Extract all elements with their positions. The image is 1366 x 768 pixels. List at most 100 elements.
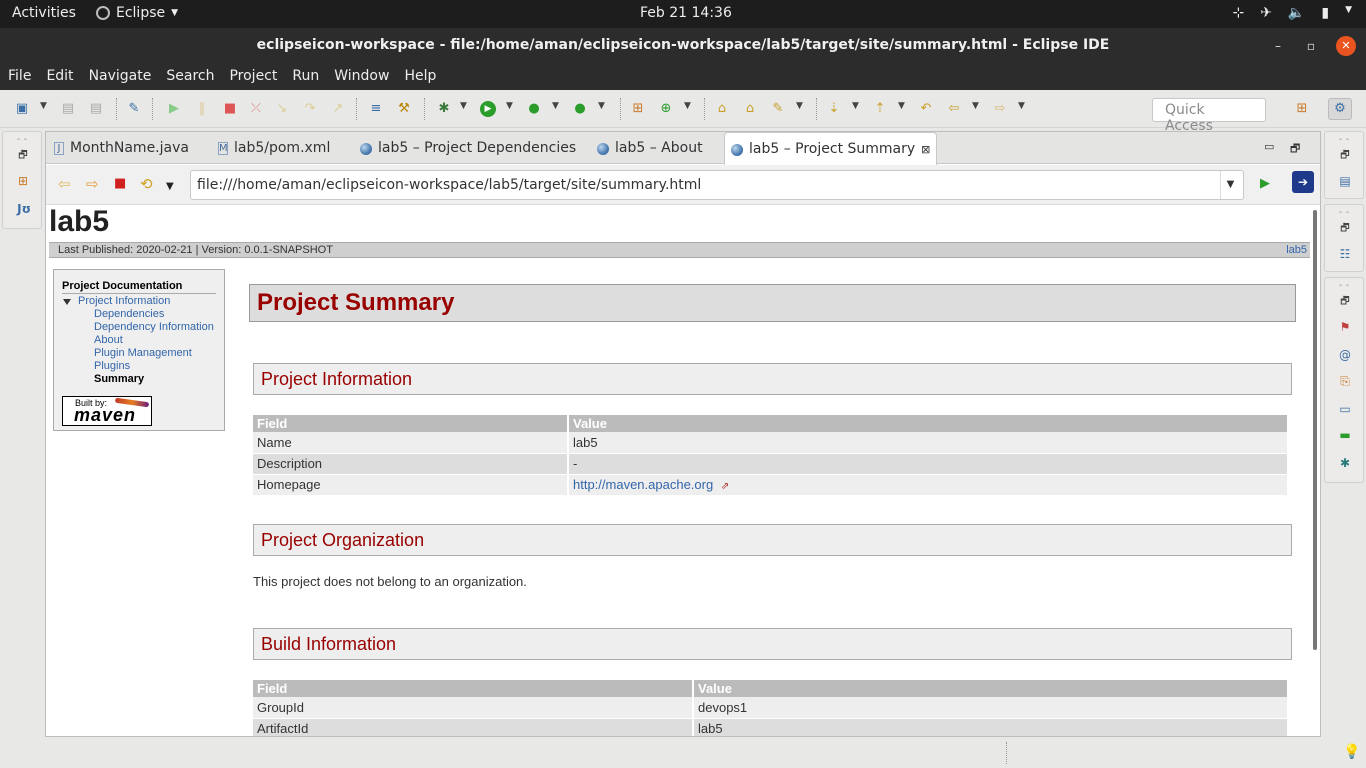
run-dropdown[interactable]: ▼ bbox=[506, 101, 513, 111]
last-edit-location-icon[interactable]: ↶ bbox=[918, 101, 934, 117]
previous-annotation-icon[interactable]: ⇡ bbox=[872, 101, 888, 117]
restore-icon[interactable]: 🗗 bbox=[15, 148, 31, 165]
new-dropdown[interactable]: ▼ bbox=[40, 101, 47, 111]
nav-item-dependency-information[interactable]: Dependency Information bbox=[62, 321, 216, 334]
open-task-icon[interactable]: ⌂ bbox=[742, 101, 758, 117]
suspend-icon[interactable]: ‖ bbox=[194, 101, 210, 117]
step-over-icon[interactable]: ↷ bbox=[302, 101, 318, 117]
skip-breakpoints-icon[interactable]: ✎ bbox=[126, 101, 142, 117]
declaration-icon[interactable]: ⎘ bbox=[1337, 374, 1353, 389]
nav-item-about[interactable]: About bbox=[62, 334, 216, 347]
restore-icon[interactable]: 🗗 bbox=[1337, 221, 1353, 238]
back-icon[interactable]: ⇦ bbox=[946, 101, 962, 117]
built-by-maven-badge[interactable]: Built by: maven bbox=[62, 396, 152, 426]
scrollbar-thumb[interactable] bbox=[1313, 210, 1317, 650]
forward-icon[interactable]: ⇨ bbox=[992, 101, 1008, 117]
coverage-icon[interactable]: ● bbox=[526, 101, 542, 117]
menu-navigate[interactable]: Navigate bbox=[89, 64, 159, 90]
console-icon[interactable]: ▭ bbox=[1337, 402, 1353, 416]
menu-project[interactable]: Project bbox=[229, 64, 284, 90]
maximize-editor-icon[interactable]: 🗗 bbox=[1290, 140, 1300, 159]
open-perspective-icon[interactable]: ⊞ bbox=[1294, 101, 1310, 117]
browser-go-icon[interactable]: ▶ bbox=[1260, 175, 1270, 193]
search-tool-icon[interactable]: ✎ bbox=[770, 101, 786, 117]
step-into-icon[interactable]: ↘ bbox=[274, 101, 290, 117]
save-icon[interactable]: ▤ bbox=[60, 101, 76, 117]
next-annotation-icon[interactable]: ⇣ bbox=[826, 101, 842, 117]
minimize-editor-icon[interactable]: ▭ bbox=[1264, 140, 1274, 153]
menu-bar: File Edit Navigate Search Project Run Wi… bbox=[0, 64, 1366, 90]
debug-view-icon[interactable]: ✱ bbox=[1337, 456, 1353, 470]
tab-project-dependencies[interactable]: lab5 – Project Dependencies bbox=[360, 132, 576, 164]
menu-search[interactable]: Search bbox=[166, 64, 221, 90]
save-all-icon[interactable]: ▤ bbox=[88, 101, 104, 117]
debug-dropdown[interactable]: ▼ bbox=[460, 101, 467, 111]
homepage-link[interactable]: http://maven.apache.org bbox=[573, 477, 713, 492]
menu-file[interactable]: File bbox=[8, 64, 38, 90]
new-java-package-icon[interactable]: ⊞ bbox=[630, 101, 646, 117]
menu-help[interactable]: Help bbox=[404, 64, 443, 90]
url-history-dropdown[interactable]: ▼ bbox=[1220, 171, 1240, 199]
debug-icon[interactable]: ✱ bbox=[436, 101, 452, 117]
build-icon[interactable]: ⚒ bbox=[396, 101, 412, 117]
back-dropdown[interactable]: ▼ bbox=[972, 101, 979, 111]
external-tools-dropdown[interactable]: ▼ bbox=[598, 101, 605, 111]
run-icon[interactable]: ▶ bbox=[480, 101, 496, 117]
restore-icon[interactable]: 🗗 bbox=[1337, 294, 1353, 311]
browser-forward-icon[interactable]: ⇨ bbox=[86, 175, 99, 193]
restore-icon[interactable]: 🗗 bbox=[1337, 148, 1353, 165]
browser-refresh-icon[interactable]: ⟲ bbox=[140, 175, 153, 193]
clock[interactable]: Feb 21 14:36 bbox=[640, 5, 732, 21]
tab-project-summary[interactable]: lab5 – Project Summary ⊠ bbox=[724, 132, 938, 165]
tab-pom-xml[interactable]: M lab5/pom.xml bbox=[218, 132, 330, 164]
outline-icon[interactable]: ☷ bbox=[1337, 247, 1353, 261]
search-dropdown[interactable]: ▼ bbox=[796, 101, 803, 111]
nav-item-plugin-management[interactable]: Plugin Management bbox=[62, 347, 216, 360]
java-perspective-icon[interactable]: ⚙ bbox=[1328, 98, 1352, 120]
maximize-button[interactable]: ▫ bbox=[1301, 36, 1321, 56]
use-step-filters-icon[interactable]: ≡ bbox=[368, 101, 384, 117]
step-return-icon[interactable]: ↗ bbox=[330, 101, 346, 117]
new-icon[interactable]: ▣ bbox=[14, 101, 30, 117]
nav-item-dependencies[interactable]: Dependencies bbox=[62, 308, 216, 321]
problems-icon[interactable]: ⚑ bbox=[1337, 320, 1353, 334]
javadoc-icon[interactable]: @ bbox=[1337, 348, 1353, 362]
junit-icon[interactable]: Jʊ bbox=[13, 202, 35, 216]
activities-button[interactable]: Activities bbox=[12, 5, 76, 21]
system-tray[interactable]: ⊹ ✈ 🔈 ▮ ▼ bbox=[1232, 5, 1352, 21]
external-tools-icon[interactable]: ● bbox=[572, 101, 588, 117]
tab-about[interactable]: lab5 – About bbox=[597, 132, 703, 164]
new-java-class-icon[interactable]: ⊕ bbox=[658, 101, 674, 117]
browser-back-icon[interactable]: ⇦ bbox=[58, 175, 71, 193]
open-type-icon[interactable]: ⌂ bbox=[714, 101, 730, 117]
breadcrumb-link[interactable]: lab5 bbox=[1286, 244, 1307, 256]
nav-item-plugins[interactable]: Plugins bbox=[62, 360, 216, 373]
close-window-button[interactable]: ✕ bbox=[1336, 36, 1356, 56]
tip-lightbulb-icon[interactable]: 💡 bbox=[1343, 744, 1360, 760]
package-explorer-icon[interactable]: ⊞ bbox=[15, 174, 31, 188]
progress-icon[interactable]: ▬ bbox=[1337, 428, 1353, 442]
coverage-dropdown[interactable]: ▼ bbox=[552, 101, 559, 111]
new-class-dropdown[interactable]: ▼ bbox=[684, 101, 691, 111]
disconnect-icon[interactable]: ⤫ bbox=[248, 101, 264, 117]
menu-window[interactable]: Window bbox=[334, 64, 396, 90]
terminate-icon[interactable]: ■ bbox=[222, 101, 238, 117]
nav-section-project-information[interactable]: Project Information bbox=[62, 295, 216, 308]
menu-run[interactable]: Run bbox=[292, 64, 326, 90]
close-tab-icon[interactable]: ⊠ bbox=[921, 143, 930, 156]
task-list-icon[interactable]: ▤ bbox=[1337, 174, 1353, 188]
next-annotation-dropdown[interactable]: ▼ bbox=[852, 101, 859, 111]
tab-monthname-java[interactable]: J MonthName.java bbox=[54, 132, 189, 164]
external-browser-icon[interactable]: ➔ bbox=[1292, 171, 1314, 193]
quick-access-input[interactable]: Quick Access bbox=[1152, 98, 1266, 134]
browser-refresh-dropdown[interactable]: ▼ bbox=[166, 178, 174, 196]
menu-edit[interactable]: Edit bbox=[46, 64, 80, 90]
app-menu[interactable]: Eclipse ▼ bbox=[96, 5, 178, 21]
minimize-button[interactable]: – bbox=[1268, 36, 1288, 56]
browser-stop-icon[interactable]: ■ bbox=[114, 175, 126, 193]
resume-icon[interactable]: ▶ bbox=[166, 101, 182, 117]
forward-dropdown[interactable]: ▼ bbox=[1018, 101, 1025, 111]
page-scrollbar[interactable] bbox=[1310, 206, 1320, 736]
previous-annotation-dropdown[interactable]: ▼ bbox=[898, 101, 905, 111]
url-input[interactable]: file:///home/aman/eclipseicon-workspace/… bbox=[190, 170, 1244, 200]
